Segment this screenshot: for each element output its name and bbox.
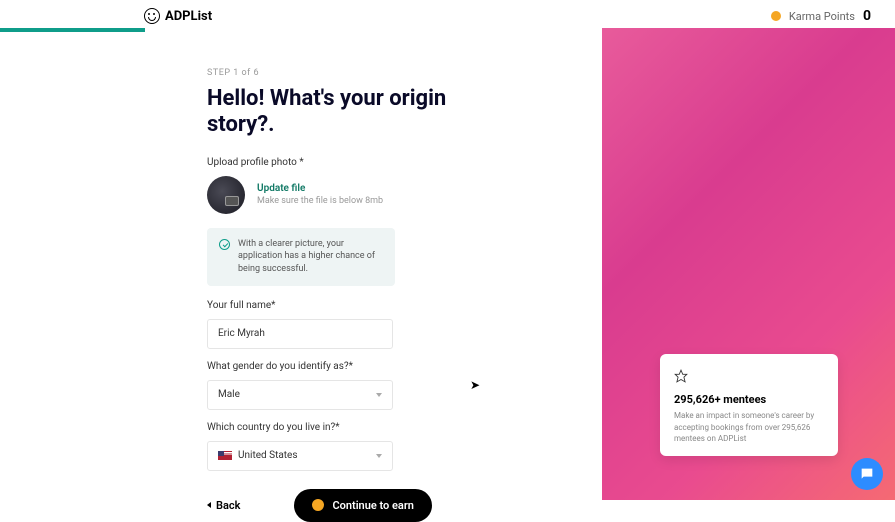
promo-card: 295,626+ mentees Make an impact in someo… [660, 354, 838, 456]
gender-select[interactable]: Male [207, 380, 393, 410]
header: ADPList Karma Points 0 [0, 0, 895, 28]
camera-icon [225, 196, 239, 206]
step-indicator: STEP 1 of 6 [207, 68, 602, 78]
form-footer: Back Continue to earn [207, 489, 602, 522]
country-value: United States [238, 450, 298, 461]
tip-text: With a clearer picture, your application… [238, 238, 383, 276]
file-size-hint: Make sure the file is below 8mb [257, 196, 383, 206]
karma-value: 0 [863, 8, 871, 24]
promo-text: Make an impact in someone's career by ac… [674, 410, 824, 444]
chevron-down-icon [376, 454, 382, 458]
promo-count: 295,626+ mentees [674, 393, 824, 406]
karma-icon [771, 11, 781, 21]
continue-button[interactable]: Continue to earn [294, 489, 432, 522]
promo-panel: 295,626+ mentees Make an impact in someo… [602, 28, 895, 500]
coin-icon [312, 499, 324, 511]
shield-check-icon [219, 239, 230, 250]
page-title: Hello! What's your origin story?. [207, 86, 457, 139]
country-select[interactable]: United States [207, 441, 393, 471]
avatar[interactable] [207, 176, 245, 214]
main: STEP 1 of 6 Hello! What's your origin st… [0, 28, 895, 500]
name-input[interactable]: Eric Myrah [207, 319, 393, 349]
us-flag-icon [218, 451, 232, 460]
chevron-left-icon [207, 502, 211, 508]
upload-row: Update file Make sure the file is below … [207, 176, 602, 214]
upload-label: Upload profile photo * [207, 157, 602, 168]
chevron-down-icon [376, 393, 382, 397]
update-file-link[interactable]: Update file [257, 183, 383, 194]
chat-widget[interactable] [851, 458, 883, 490]
progress-bar [0, 28, 145, 32]
form-panel: STEP 1 of 6 Hello! What's your origin st… [0, 28, 602, 500]
name-label: Your full name* [207, 300, 602, 311]
gender-label: What gender do you identify as?* [207, 361, 602, 372]
back-label: Back [216, 499, 240, 512]
brand-logo[interactable]: ADPList [144, 8, 212, 24]
karma-label: Karma Points [789, 10, 855, 23]
karma-points[interactable]: Karma Points 0 [771, 8, 871, 24]
logo-icon [144, 8, 160, 24]
gender-value: Male [218, 389, 240, 400]
chat-icon [859, 466, 875, 482]
continue-label: Continue to earn [332, 499, 414, 512]
back-button[interactable]: Back [207, 499, 240, 512]
name-value: Eric Myrah [218, 328, 265, 339]
tip-box: With a clearer picture, your application… [207, 228, 395, 286]
country-label: Which country do you live in?* [207, 422, 602, 433]
star-icon [674, 368, 688, 387]
brand-name: ADPList [165, 9, 212, 24]
